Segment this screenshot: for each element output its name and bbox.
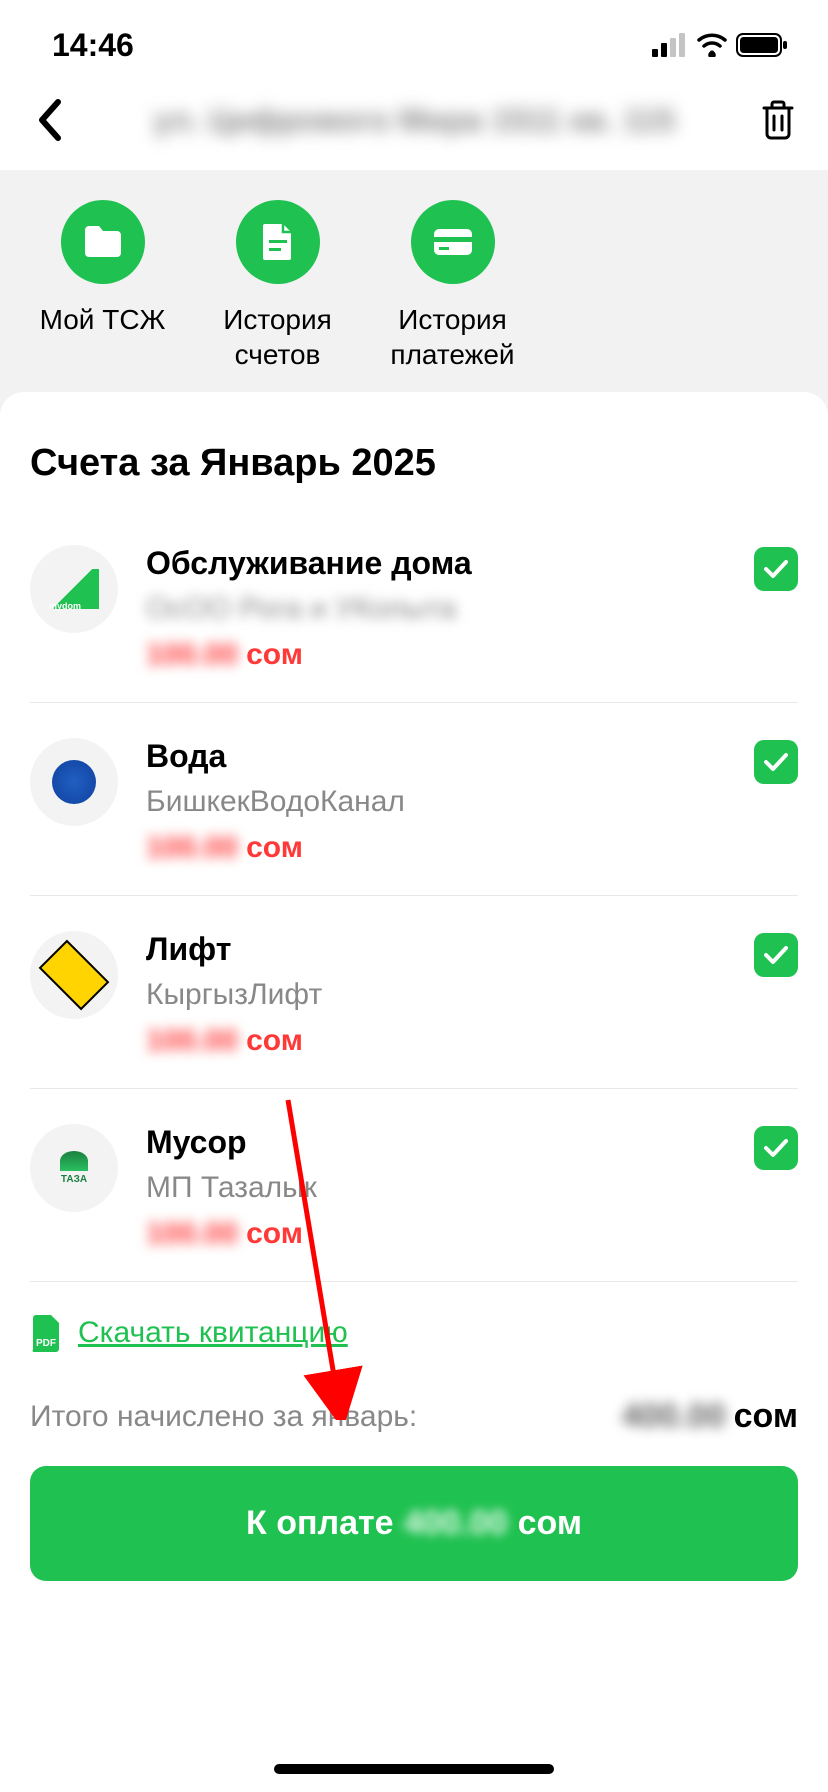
action-bills-history[interactable]: История счетов	[205, 200, 350, 372]
svg-text:PDF: PDF	[36, 1338, 56, 1349]
download-link-label: Скачать квитанцию	[78, 1316, 348, 1350]
status-icons	[652, 33, 788, 57]
back-button[interactable]	[30, 100, 70, 140]
delete-button[interactable]	[758, 100, 798, 140]
bill-item[interactable]: ТАЗА Мусор МП Тазалык 100.00 сом	[30, 1104, 798, 1282]
bill-provider: МП Тазалык	[146, 1171, 726, 1205]
provider-logo: ТАЗА	[30, 1124, 118, 1212]
bill-amount: 100.00 сом	[146, 831, 726, 865]
provider-logo	[30, 738, 118, 826]
page-title: ул. Цифрового Мира 1511 кв. 115	[90, 102, 738, 139]
chevron-left-icon	[36, 98, 64, 142]
bill-title: Обслуживание дома	[146, 545, 726, 582]
bill-title: Мусор	[146, 1124, 726, 1161]
total-row: Итого начислено за январь: 400.00 сом	[30, 1377, 798, 1456]
action-label: Мой ТСЖ	[40, 302, 166, 337]
action-label: История платежей	[380, 302, 525, 372]
bill-checkbox[interactable]	[754, 1126, 798, 1170]
bill-amount: 100.00 сом	[146, 1217, 726, 1251]
total-value: 400.00 сом	[622, 1397, 798, 1436]
home-indicator[interactable]	[274, 1764, 554, 1774]
provider-logo	[30, 931, 118, 1019]
bill-checkbox[interactable]	[754, 740, 798, 784]
section-title: Счета за Январь 2025	[30, 442, 798, 485]
check-icon	[763, 559, 789, 579]
document-icon	[261, 222, 295, 262]
bill-item[interactable]: Вода БишкекВодоКанал 100.00 сом	[30, 718, 798, 896]
check-icon	[763, 1138, 789, 1158]
bill-provider: ОсОО Рога и УКопыта	[146, 592, 726, 626]
battery-icon	[736, 33, 788, 57]
wifi-icon	[696, 33, 728, 57]
quick-actions: Мой ТСЖ История счетов История платежей	[0, 170, 828, 412]
bill-checkbox[interactable]	[754, 547, 798, 591]
bill-provider: БишкекВодоКанал	[146, 785, 726, 819]
header: ул. Цифрового Мира 1511 кв. 115	[0, 90, 828, 170]
pay-prefix: К оплате	[246, 1504, 394, 1543]
status-time: 14:46	[52, 27, 134, 64]
bill-item[interactable]: Обслуживание дома ОсОО Рога и УКопыта 10…	[30, 525, 798, 703]
bill-title: Вода	[146, 738, 726, 775]
pdf-icon: PDF	[30, 1313, 62, 1353]
bills-section: Счета за Январь 2025 Обслуживание дома О…	[0, 392, 828, 1581]
bill-title: Лифт	[146, 931, 726, 968]
check-icon	[763, 945, 789, 965]
bill-checkbox[interactable]	[754, 933, 798, 977]
provider-logo	[30, 545, 118, 633]
bill-amount: 100.00 сом	[146, 638, 726, 672]
card-icon	[432, 227, 474, 257]
action-label: История счетов	[205, 302, 350, 372]
folder-icon	[83, 224, 123, 260]
trash-icon	[760, 100, 796, 140]
bill-provider: КыргызЛифт	[146, 978, 726, 1012]
pay-currency: сом	[518, 1504, 582, 1543]
download-receipt[interactable]: PDF Скачать квитанцию	[30, 1297, 798, 1377]
pay-button[interactable]: К оплате 400.00 сом	[30, 1466, 798, 1581]
action-my-tsj[interactable]: Мой ТСЖ	[30, 200, 175, 372]
total-label: Итого начислено за январь:	[30, 1400, 417, 1434]
action-payments-history[interactable]: История платежей	[380, 200, 525, 372]
signal-icon	[652, 33, 688, 57]
bill-amount: 100.00 сом	[146, 1024, 726, 1058]
status-bar: 14:46	[0, 0, 828, 90]
bill-item[interactable]: Лифт КыргызЛифт 100.00 сом	[30, 911, 798, 1089]
check-icon	[763, 752, 789, 772]
pay-amount: 400.00	[404, 1504, 508, 1543]
